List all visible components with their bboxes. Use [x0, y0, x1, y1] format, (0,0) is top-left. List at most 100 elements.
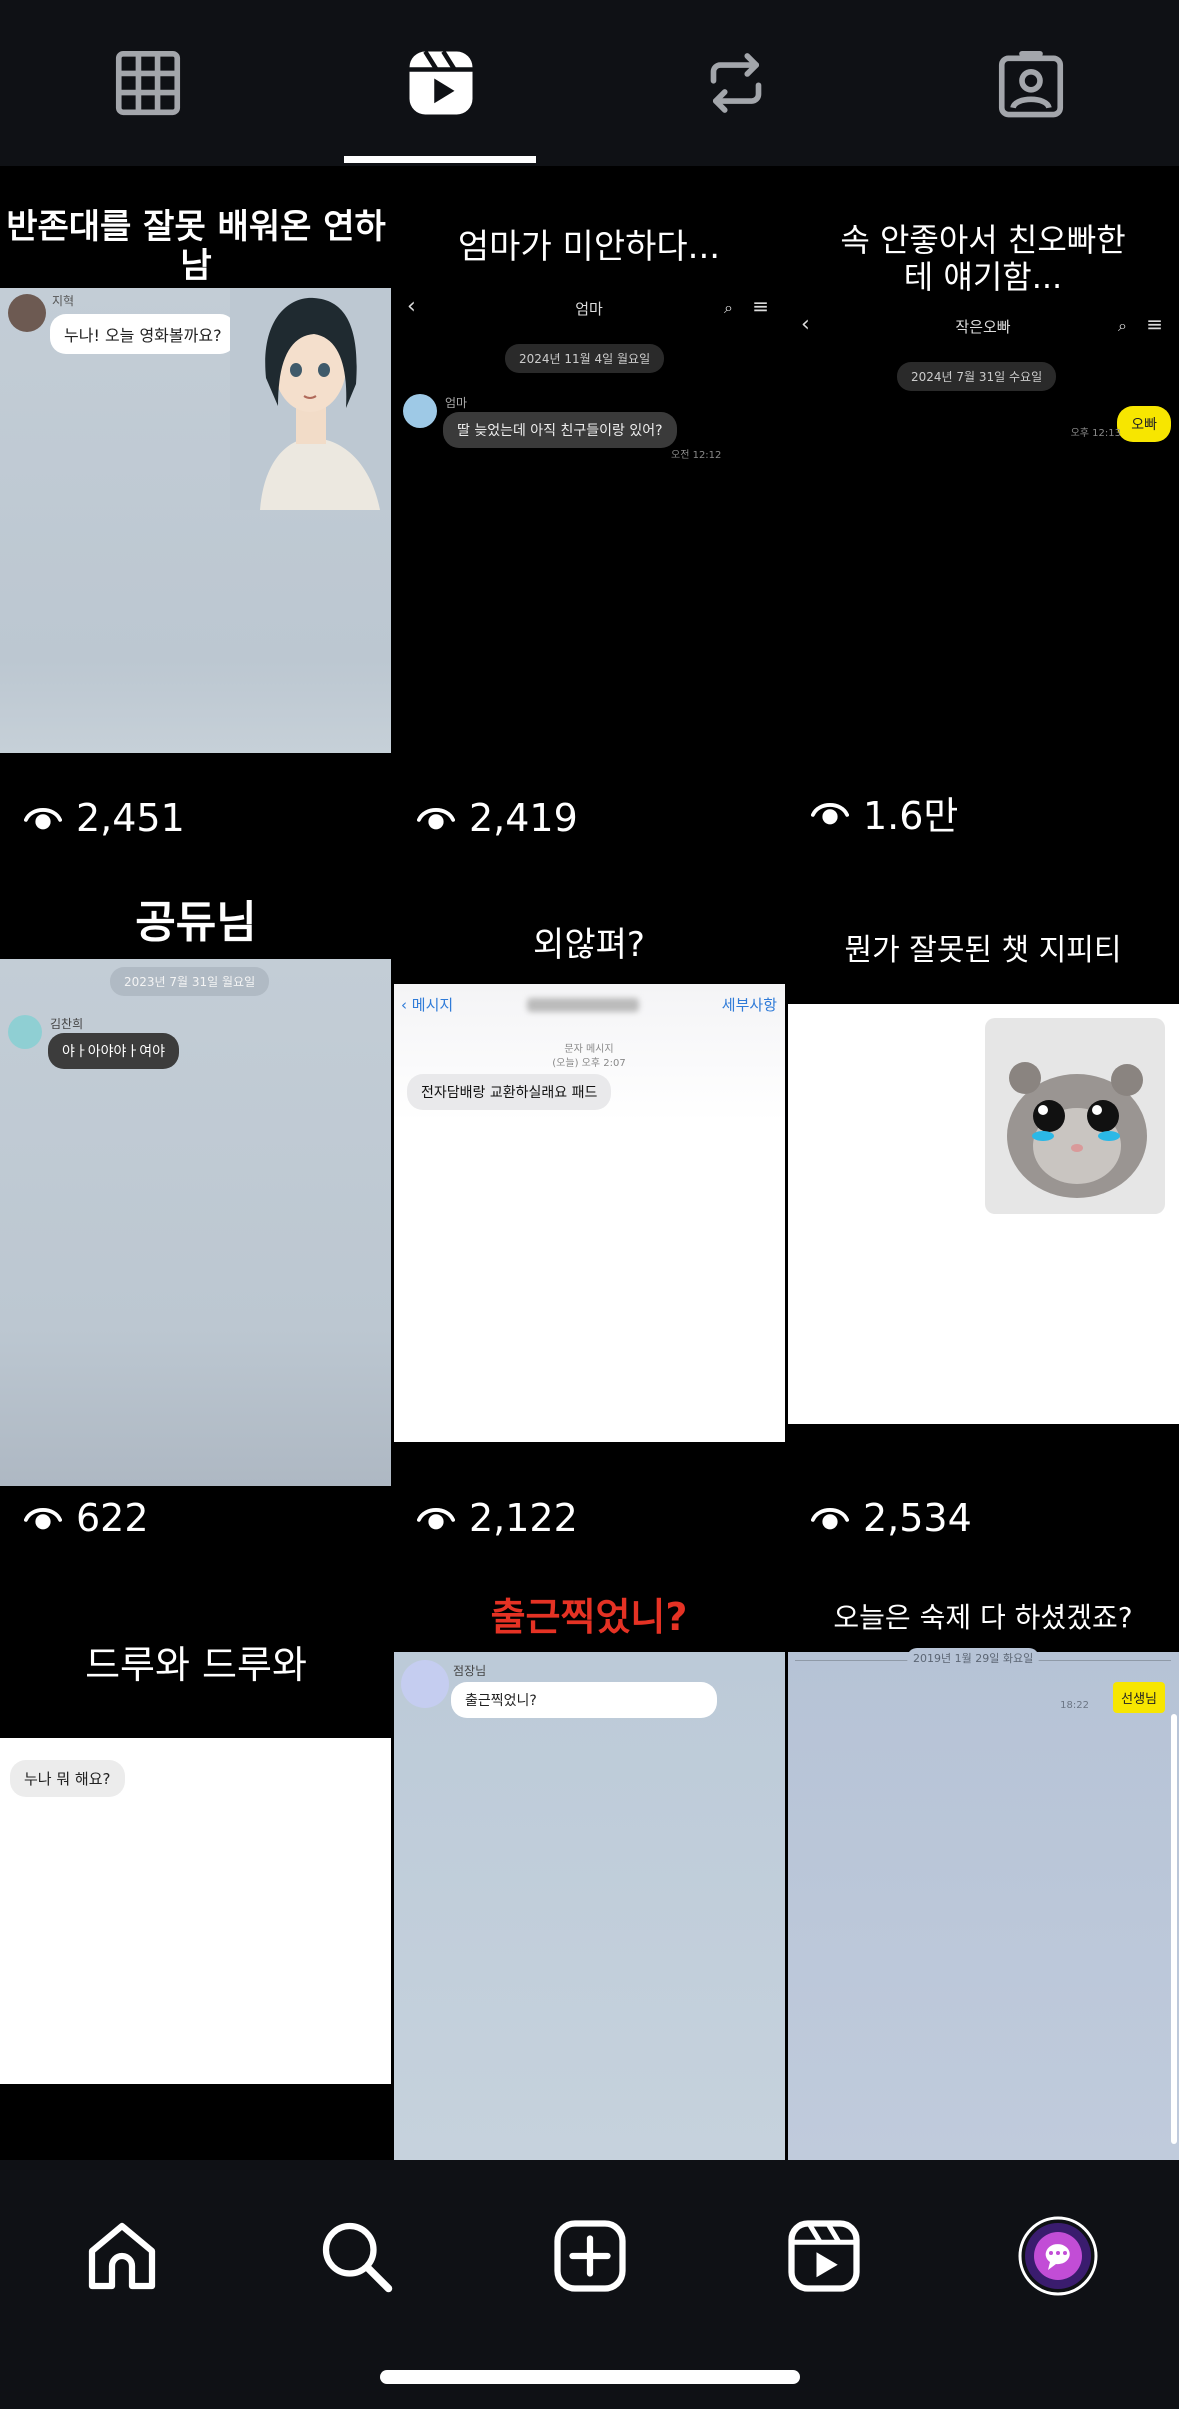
avatar [8, 1015, 42, 1049]
search-icon[interactable]: ⌕ [724, 298, 733, 318]
chat-screenshot: 누나 뭐 해요? [0, 1738, 392, 2084]
grid-divider [391, 166, 394, 2166]
chat-screenshot: ‹ 엄마 ⌕ ≡ 2024년 11월 4일 월요일 엄마 딸 늦었는데 아직 친… [393, 288, 785, 748]
date-pill: 2023년 7월 31일 월요일 [110, 967, 270, 996]
tab-posts[interactable] [0, 0, 295, 166]
reel-caption: 엄마가 미안하다... [457, 227, 721, 267]
chat-sender: 점장님 [453, 1664, 487, 1678]
reel-tile[interactable]: 공듀님 2023년 7월 31일 월요일 김찬희 야ㅏ아야야ㅏ여야 622 [0, 866, 392, 1566]
avatar [403, 394, 437, 428]
view-count: 2,419 [417, 796, 578, 840]
reel-tile[interactable]: 출근찍었니? 점장님 출근찍었니? [393, 1566, 785, 2166]
menu-icon[interactable]: ≡ [752, 294, 769, 318]
reels-grid: 반존대를 잘못 배워온 연하남 지혁 누나! 오늘 영화볼까요? 2,451 엄… [0, 166, 1179, 2166]
grid-divider [785, 166, 788, 2166]
home-icon [88, 2222, 156, 2290]
chat-bubble: 전자담배랑 교환하실래요 패드 [407, 1074, 612, 1110]
chat-bubble: 누나! 오늘 영화볼까요? [50, 314, 236, 354]
chat-bubble: 누나 뭐 해요? [10, 1760, 125, 1797]
reel-caption: 출근찍었니? [490, 1595, 688, 1639]
reels-icon [409, 50, 472, 115]
tab-tagged[interactable] [883, 0, 1178, 166]
chat-screenshot [787, 1004, 1179, 1424]
eye-icon [417, 808, 455, 830]
reel-caption: 공듀님 [135, 897, 257, 948]
date-pill: 2019년 1월 29일 화요일 [907, 1648, 1040, 1668]
grid-icon [115, 50, 180, 116]
crying-hamster-image [985, 1018, 1165, 1214]
create-icon [554, 2220, 626, 2292]
view-count-value: 2,451 [76, 796, 185, 840]
avatar [8, 294, 46, 332]
active-tab-indicator [344, 156, 536, 163]
chat-bubble: 선생님 [1113, 1682, 1165, 1713]
profile-avatar [1018, 2216, 1098, 2296]
eye-icon [24, 808, 62, 830]
repost-icon [710, 53, 761, 113]
home-indicator[interactable] [380, 2370, 800, 2384]
eye-icon [811, 802, 849, 824]
scrollbar[interactable] [1171, 1714, 1177, 2144]
chat-sender: 김찬희 [50, 1017, 84, 1031]
back-link-label: 메시지 [411, 996, 454, 1014]
reel-tile[interactable]: 오늘은 숙제 다 하셨겠죠? 2019년 1월 29일 화요일 선생님 18:2… [787, 1566, 1179, 2166]
message-timestamp: 오전 12:12 [671, 450, 722, 461]
chat-sender: 지혁 [52, 294, 75, 308]
date-pill: 2024년 11월 4일 월요일 [505, 344, 665, 373]
chat-screenshot: ‹ 메시지 세부사항 문자 메시지 (오늘) 오후 2:07 전자담배랑 교환하… [393, 984, 785, 1442]
view-count: 622 [24, 1496, 149, 1540]
tab-reels[interactable] [293, 0, 588, 166]
back-link[interactable]: ‹ 메시지 [401, 994, 453, 1015]
view-count: 2,451 [24, 796, 185, 840]
profile-tab-bar [0, 0, 1179, 166]
nav-reels[interactable] [764, 2196, 884, 2316]
search-icon[interactable]: ⌕ [1118, 316, 1127, 336]
reel-caption: 반존대를 잘못 배워온 연하남 [6, 207, 386, 287]
message-timestamp: 오후 12:13 [1070, 428, 1121, 439]
search-icon [322, 2222, 393, 2293]
reel-caption: 드루와 드루와 [85, 1643, 307, 1687]
view-count: 2,122 [417, 1496, 578, 1540]
reel-caption: 오늘은 숙제 다 하셨겠죠? [833, 1601, 1133, 1634]
nav-home[interactable] [62, 2196, 182, 2316]
grid-divider [0, 864, 1179, 867]
grid-divider [0, 1564, 1179, 1567]
view-count-value: 1.6만 [863, 794, 959, 838]
view-count-value: 2,122 [469, 1496, 578, 1540]
message-type-label: 문자 메시지 [564, 1044, 614, 1055]
chat-sender: 엄마 [445, 396, 468, 410]
eye-icon [417, 1508, 455, 1530]
reel-caption: 뭔가 잘못된 챗 지피티 [844, 933, 1122, 968]
view-count-value: 2,534 [863, 1496, 972, 1540]
menu-icon[interactable]: ≡ [1146, 312, 1163, 336]
anime-character-image [230, 288, 392, 510]
eye-icon [24, 1508, 62, 1530]
reel-caption: 외않펴? [533, 925, 645, 965]
view-count-value: 2,419 [469, 796, 578, 840]
view-count-value: 622 [76, 1496, 149, 1540]
eye-icon [811, 1508, 849, 1530]
reel-tile[interactable]: 엄마가 미안하다... ‹ 엄마 ⌕ ≡ 2024년 11월 4일 월요일 엄마… [393, 166, 785, 866]
blurred-phone-number [527, 998, 639, 1012]
reel-tile[interactable]: 반존대를 잘못 배워온 연하남 지혁 누나! 오늘 영화볼까요? 2,451 [0, 166, 392, 866]
chat-screenshot: 2023년 7월 31일 월요일 김찬희 야ㅏ아야야ㅏ여야 [0, 959, 392, 1486]
details-link[interactable]: 세부사항 [722, 994, 777, 1015]
chat-bubble: 오빠 [1117, 406, 1171, 442]
message-time-label: (오늘) 오후 2:07 [552, 1058, 626, 1069]
reel-tile[interactable]: 드루와 드루와 누나 뭐 해요? [0, 1566, 392, 2166]
chat-screenshot: 지혁 누나! 오늘 영화볼까요? [0, 288, 392, 753]
reels-icon [788, 2220, 860, 2292]
reel-tile[interactable]: 속 안좋아서 친오빠한테 얘기함... ‹ 작은오빠 ⌕ ≡ 2024년 7월 … [787, 166, 1179, 866]
tagged-icon [998, 50, 1063, 118]
reel-tile[interactable]: 외않펴? ‹ 메시지 세부사항 문자 메시지 (오늘) 오후 2:07 전자담배… [393, 866, 785, 1566]
nav-profile[interactable] [998, 2196, 1118, 2316]
chat-bubble: 야ㅏ아야야ㅏ여야 [48, 1033, 180, 1069]
message-timestamp: 18:22 [1060, 1700, 1089, 1711]
reel-caption: 속 안좋아서 친오빠한테 얘기함... [840, 221, 1126, 296]
reel-tile[interactable]: 뭔가 잘못된 챗 지피티 2,534 [787, 866, 1179, 1566]
avatar [401, 1660, 449, 1708]
tab-reposts[interactable] [588, 0, 883, 166]
date-pill: 2024년 7월 31일 수요일 [897, 362, 1057, 391]
nav-search[interactable] [296, 2196, 416, 2316]
nav-create[interactable] [530, 2196, 650, 2316]
